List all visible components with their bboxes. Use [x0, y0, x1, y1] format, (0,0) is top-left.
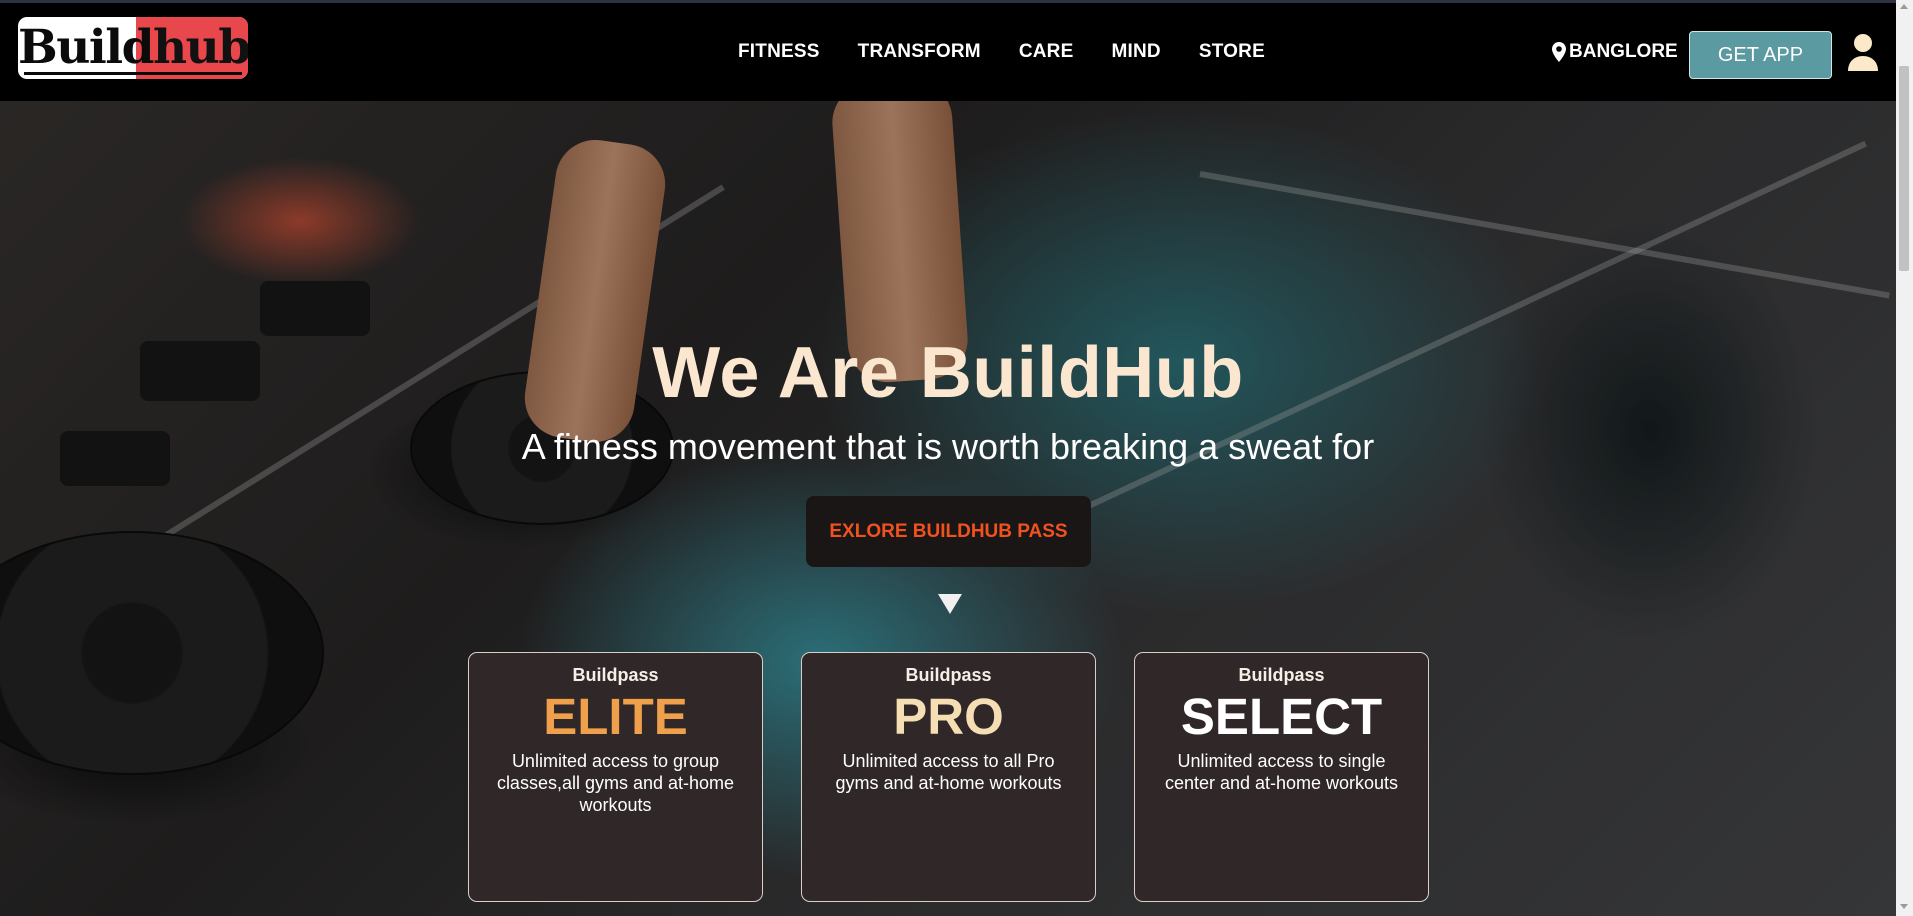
location-selector[interactable]: BANGLORE: [1552, 41, 1678, 63]
location-label: BANGLORE: [1569, 41, 1678, 62]
logo-text-build: Build: [18, 20, 154, 75]
scroll-thumb[interactable]: [1899, 66, 1909, 271]
user-icon[interactable]: [1846, 33, 1880, 71]
scroll-down-arrow-icon[interactable]: [938, 594, 962, 614]
card-description: Unlimited access to group classes,all gy…: [496, 751, 735, 815]
nav-link-transform[interactable]: TRANSFORM: [858, 41, 981, 63]
card-tier: SELECT: [1180, 688, 1383, 745]
main-nav: FITNESS TRANSFORM CARE MIND STORE: [738, 41, 1265, 63]
card-tier: PRO: [893, 688, 1004, 745]
hero-title: We Are BuildHub: [652, 333, 1244, 413]
card-brand: Buildpass: [1238, 665, 1325, 685]
explore-pass-button[interactable]: EXLORE BUILDHUB PASS: [806, 496, 1091, 567]
get-app-button[interactable]: GET APP: [1689, 31, 1832, 79]
card-brand: Buildpass: [905, 665, 992, 685]
pass-card-elite[interactable]: Buildpass ELITE Unlimited access to grou…: [468, 652, 763, 902]
nav-link-care[interactable]: CARE: [1019, 41, 1074, 63]
scroll-down-icon[interactable]: [1900, 904, 1908, 909]
pass-card-pro[interactable]: Buildpass PRO Unlimited access to all Pr…: [801, 652, 1096, 902]
logo-text: Buildhub: [18, 19, 248, 77]
scroll-up-icon[interactable]: [1900, 4, 1908, 9]
nav-link-fitness[interactable]: FITNESS: [738, 41, 820, 63]
card-tier: ELITE: [543, 688, 688, 745]
logo-underline: [24, 72, 242, 75]
navbar: Buildhub FITNESS TRANSFORM CARE MIND STO…: [0, 0, 1896, 101]
card-description: Unlimited access to single center and at…: [1164, 751, 1399, 793]
hero-subtitle: A fitness movement that is worth breakin…: [521, 426, 1375, 467]
hero-section: We Are BuildHub A fitness movement that …: [0, 101, 1896, 916]
page-scrollbar[interactable]: [1896, 0, 1913, 916]
logo-text-hub: hub: [152, 20, 248, 75]
nav-link-store[interactable]: STORE: [1199, 41, 1265, 63]
card-brand: Buildpass: [572, 665, 659, 685]
page: Buildhub FITNESS TRANSFORM CARE MIND STO…: [0, 0, 1896, 916]
buildhub-logo[interactable]: Buildhub: [18, 17, 248, 79]
pass-card-select[interactable]: Buildpass SELECT Unlimited access to sin…: [1134, 652, 1429, 902]
nav-link-mind[interactable]: MIND: [1111, 41, 1160, 63]
map-pin-icon: [1552, 42, 1566, 62]
card-description: Unlimited access to all Pro gyms and at-…: [835, 751, 1062, 793]
